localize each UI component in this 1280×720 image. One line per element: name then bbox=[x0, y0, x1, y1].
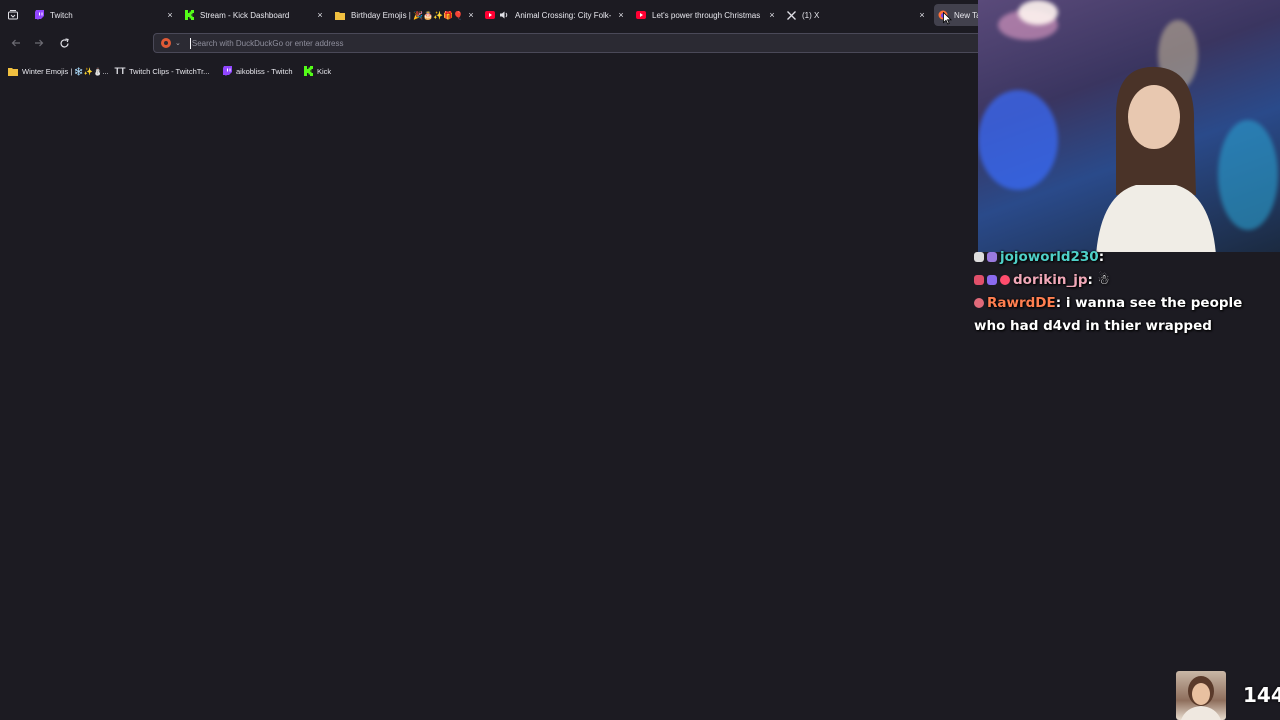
youtube-icon bbox=[485, 10, 495, 20]
speaker-icon[interactable] bbox=[499, 10, 509, 20]
stream-chat-overlay: jojoworld230: dorikin_jp: ☃ RawrdDE: i w… bbox=[974, 246, 1274, 338]
forward-button[interactable] bbox=[31, 35, 47, 51]
bookmark-aikobliss-twitch[interactable]: aikobliss - Twitch bbox=[222, 64, 293, 78]
tab-title: (1) X bbox=[802, 10, 820, 20]
text-caret bbox=[189, 37, 191, 49]
tab-christmas-video[interactable]: Let's power through Christmas × bbox=[636, 4, 778, 26]
arrow-left-icon bbox=[11, 39, 20, 47]
reload-button[interactable] bbox=[56, 35, 72, 51]
chat-badge-icon bbox=[974, 252, 984, 262]
mouse-cursor-icon bbox=[943, 12, 952, 25]
chat-badge-icon bbox=[974, 298, 984, 308]
chat-badge-icon bbox=[987, 275, 997, 285]
tab-birthday-emojis[interactable]: Birthday Emojis | 🎉🎂✨🎁🎈 × bbox=[335, 4, 477, 26]
streamer-silhouette bbox=[1096, 66, 1216, 252]
folder-icon bbox=[8, 66, 18, 76]
back-button[interactable] bbox=[8, 35, 24, 51]
chat-message: dorikin_jp: ☃ bbox=[974, 269, 1274, 292]
chat-username: dorikin_jp bbox=[1013, 272, 1088, 288]
tab-title: Twitch bbox=[50, 10, 73, 20]
bookmark-winter-emojis[interactable]: Winter Emojis | ❄️✨⛄... bbox=[8, 64, 109, 78]
tab-title: Stream - Kick Dashboard bbox=[200, 10, 290, 20]
bookmark-label: Twitch Clips - TwitchTr... bbox=[129, 66, 210, 76]
chat-message: jojoworld230: bbox=[974, 246, 1274, 269]
mini-webcam-thumbnail bbox=[1176, 671, 1226, 720]
folder-icon bbox=[335, 10, 345, 20]
reload-icon bbox=[59, 37, 69, 47]
chat-text: ☃ bbox=[1097, 272, 1110, 288]
close-icon[interactable]: × bbox=[164, 10, 176, 20]
streamer-webcam bbox=[978, 0, 1280, 252]
chat-message: RawrdDE: i wanna see the people who had … bbox=[974, 295, 1243, 334]
chevron-down-icon[interactable]: ⌄ bbox=[175, 39, 181, 47]
address-input[interactable] bbox=[191, 38, 892, 48]
bookmark-label: Winter Emojis | ❄️✨⛄... bbox=[22, 66, 109, 76]
address-bar[interactable]: ⌄ bbox=[153, 33, 983, 53]
bookmark-twitch-clips[interactable]: TT Twitch Clips - TwitchTr... bbox=[114, 64, 210, 78]
twitch-icon bbox=[222, 66, 232, 76]
chat-badge-icon bbox=[987, 252, 997, 262]
close-icon[interactable]: × bbox=[465, 10, 477, 20]
chat-badge-icon bbox=[974, 275, 984, 285]
kick-icon bbox=[184, 10, 194, 20]
tab-title: Birthday Emojis | 🎉🎂✨🎁🎈 bbox=[351, 10, 461, 20]
arrow-right-icon bbox=[35, 39, 44, 47]
close-icon[interactable]: × bbox=[916, 10, 928, 20]
heart-icon bbox=[1000, 275, 1010, 285]
tab-list-icon bbox=[8, 10, 18, 20]
close-icon[interactable]: × bbox=[766, 10, 778, 20]
chat-username: jojoworld230 bbox=[1000, 249, 1099, 265]
person-thumbnail-icon bbox=[1181, 676, 1221, 720]
tab-kick-dashboard[interactable]: Stream - Kick Dashboard × bbox=[184, 4, 326, 26]
viewer-count: 144 bbox=[1243, 683, 1280, 707]
duckduckgo-search-engine-icon[interactable] bbox=[161, 38, 171, 48]
twitch-icon bbox=[34, 10, 44, 20]
bookmark-kick[interactable]: Kick bbox=[303, 64, 331, 78]
tab-title: Let's power through Christmas bbox=[652, 10, 761, 20]
kick-icon bbox=[303, 66, 313, 76]
tab-title: Animal Crossing: City Folk- bbox=[515, 10, 611, 20]
close-icon[interactable]: × bbox=[314, 10, 326, 20]
tab-animal-crossing[interactable]: Animal Crossing: City Folk- × bbox=[485, 4, 627, 26]
chat-username: RawrdDE bbox=[987, 295, 1056, 311]
close-icon[interactable]: × bbox=[615, 10, 627, 20]
tab-x[interactable]: (1) X × bbox=[786, 4, 928, 26]
bookmark-label: Kick bbox=[317, 66, 332, 76]
tab-list-button[interactable] bbox=[4, 6, 22, 24]
x-logo-icon bbox=[786, 10, 796, 20]
youtube-icon bbox=[636, 10, 646, 20]
tab-twitch[interactable]: Twitch × bbox=[34, 4, 176, 26]
twitchtracker-icon: TT bbox=[114, 66, 126, 76]
bookmark-label: aikobliss - Twitch bbox=[236, 66, 293, 76]
